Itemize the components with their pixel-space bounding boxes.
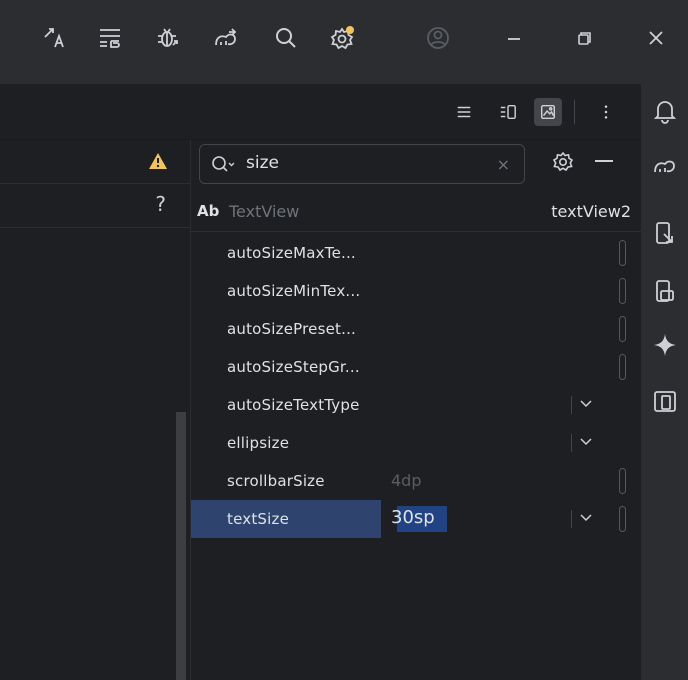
toolbar-divider [574, 100, 575, 124]
translate-icon[interactable] [38, 22, 70, 54]
component-type: TextView [229, 202, 300, 221]
attribute-row[interactable]: autoSizeMaxTe... [191, 234, 631, 272]
attribute-row[interactable]: autoSizeMinTex... [191, 272, 631, 310]
minimize-icon[interactable] [498, 22, 530, 54]
chevron-down-icon[interactable] [579, 436, 593, 446]
warning-icon[interactable] [148, 152, 168, 170]
code-view-icon[interactable] [450, 98, 478, 126]
notifications-icon[interactable] [650, 96, 680, 126]
attribute-name: autoSizeStepGr... [227, 358, 360, 376]
chevron-down-icon[interactable] [579, 398, 593, 408]
attribute-name: ellipsize [227, 434, 290, 452]
resource-picker-button[interactable] [619, 316, 626, 342]
search-icon[interactable] [210, 153, 238, 177]
vertical-scrollbar[interactable] [176, 412, 186, 680]
dropdown-divider [571, 396, 572, 414]
attribute-name: autoSizeMinTex... [227, 282, 361, 300]
warning-row [0, 140, 190, 184]
resource-picker-button[interactable] [619, 354, 626, 380]
hide-panel-icon[interactable] [595, 160, 613, 162]
panel-settings-icon[interactable] [551, 150, 575, 174]
resource-picker-button[interactable] [619, 278, 626, 304]
editor-toolbar [0, 84, 640, 140]
textview-badge: Ab [197, 202, 220, 220]
gradle-sync-icon[interactable] [210, 22, 242, 54]
close-icon[interactable] [640, 22, 672, 54]
dropdown-divider [571, 510, 572, 528]
attribute-name: textSize [227, 510, 289, 528]
attribute-row[interactable]: autoSizePreset... [191, 310, 631, 348]
right-tool-strip [640, 84, 688, 680]
attribute-name: autoSizeTextType [227, 396, 360, 414]
attribute-row[interactable]: ellipsize [191, 424, 631, 462]
title-bar [0, 0, 688, 84]
debug-icon[interactable] [152, 22, 184, 54]
attribute-name: autoSizeMaxTe... [227, 244, 356, 262]
account-icon[interactable] [422, 22, 454, 54]
clear-search-icon[interactable]: × [497, 155, 510, 174]
restore-icon[interactable] [568, 22, 600, 54]
attribute-row[interactable]: autoSizeStepGr... [191, 348, 631, 386]
component-id[interactable]: textView2 [551, 202, 631, 221]
resource-picker-button[interactable] [619, 468, 626, 494]
component-tree-panel: ? [0, 140, 190, 680]
search-value[interactable]: size [246, 153, 279, 173]
resource-picker-button[interactable] [619, 240, 626, 266]
attribute-value[interactable]: 4dp [391, 471, 422, 490]
split-view-icon[interactable] [494, 98, 522, 126]
attribute-name: scrollbarSize [227, 472, 325, 490]
help-row: ? [0, 184, 190, 228]
gemini-icon[interactable] [650, 330, 680, 360]
help-icon[interactable]: ? [155, 192, 166, 216]
attribute-row[interactable]: textSize 30sp [191, 500, 631, 538]
device-manager-icon[interactable] [650, 218, 680, 248]
running-devices-icon[interactable] [650, 276, 680, 306]
attribute-value[interactable]: 30sp [391, 507, 435, 528]
device-explorer-icon[interactable] [650, 386, 680, 416]
chevron-down-icon[interactable] [579, 512, 593, 522]
settings-icon[interactable] [326, 22, 358, 54]
change-list-icon[interactable] [94, 22, 126, 54]
attributes-panel: size × Ab TextView textView2 autoSizeMax… [190, 140, 641, 680]
gradle-icon[interactable] [650, 150, 680, 180]
attribute-name: autoSizePreset... [227, 320, 357, 338]
attribute-search-field[interactable]: size × [199, 144, 525, 184]
design-view-icon[interactable] [534, 98, 562, 126]
more-options-icon[interactable] [592, 98, 620, 126]
dropdown-divider [571, 434, 572, 452]
selected-component-row: Ab TextView textView2 [191, 188, 641, 232]
resource-picker-button[interactable] [619, 506, 626, 532]
search-icon[interactable] [270, 22, 302, 54]
attribute-row[interactable]: scrollbarSize 4dp [191, 462, 631, 500]
attribute-row[interactable]: autoSizeTextType [191, 386, 631, 424]
